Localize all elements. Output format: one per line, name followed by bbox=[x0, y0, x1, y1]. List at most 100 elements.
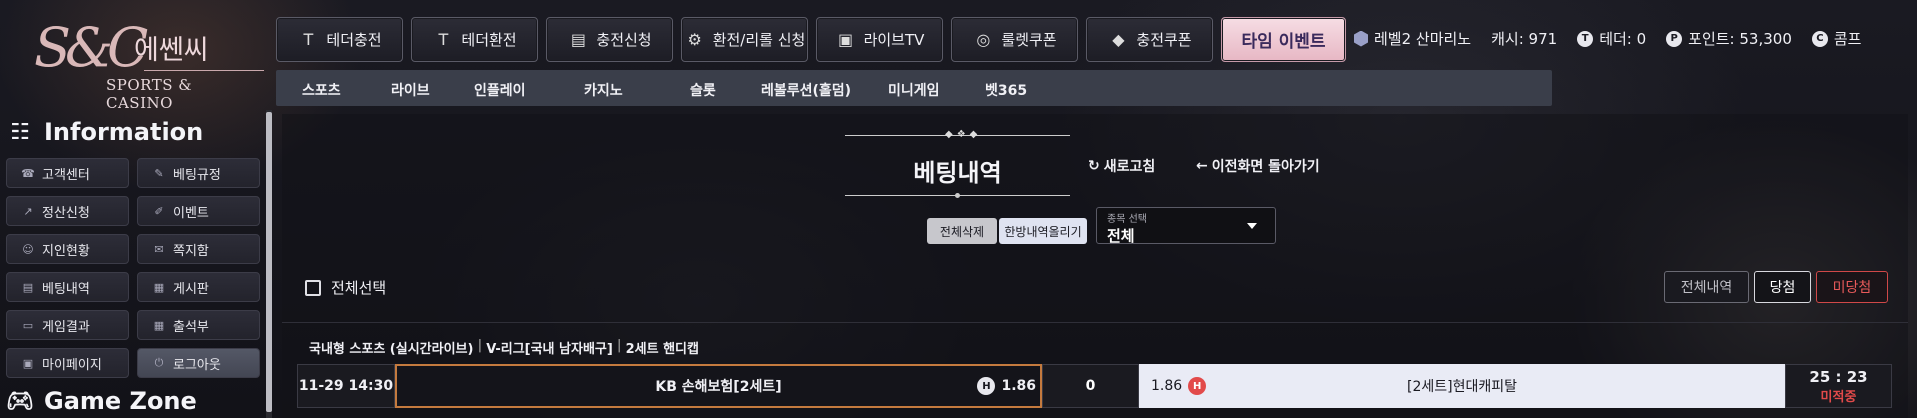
time-event-button[interactable]: 타임 이벤트 bbox=[1221, 17, 1346, 62]
bet-home-selection[interactable]: KB 손해보험[2세트] H 1.86 bbox=[395, 364, 1042, 408]
information-heading: ☷ Information bbox=[6, 118, 203, 146]
refresh-label: 새로고침 bbox=[1103, 159, 1156, 175]
handicap-badge-icon: H bbox=[1188, 377, 1207, 395]
logo-korean-name: 에쎈씨 bbox=[134, 35, 209, 66]
sidebar-item-label: 마이페이지 bbox=[42, 357, 102, 373]
board-icon: ▦ bbox=[153, 280, 165, 294]
logo-subtitle: SPORTS & CASINO bbox=[106, 76, 193, 112]
information-title: Information bbox=[44, 118, 204, 146]
sidebar-item-label: 정산신청 bbox=[42, 205, 90, 221]
sidebar-item-label: 지인현황 bbox=[42, 243, 90, 259]
sidebar-item-label: 게시판 bbox=[173, 281, 209, 297]
user-level-label: 레벨2 산마리노 bbox=[1374, 30, 1472, 48]
live-tv-icon: ▣ bbox=[838, 30, 854, 49]
handicap-value: 0 bbox=[1042, 364, 1139, 408]
topnav-label: 환전/리롤 신청 bbox=[712, 31, 806, 49]
select-all-control[interactable]: 전체선택 bbox=[305, 277, 386, 298]
rules-icon: ✎ bbox=[154, 166, 164, 180]
sidebar-item-settlement[interactable]: ↗ 정산신청 bbox=[6, 196, 129, 226]
upload-bet-button[interactable]: 한방내역올리기 bbox=[999, 218, 1087, 244]
go-back-button[interactable]: ← 이전화면 돌아가기 bbox=[1196, 156, 1320, 176]
bet-away-selection[interactable]: 1.86 H [2세트]현대캐피탈 bbox=[1139, 364, 1785, 408]
topnav-withdraw-request-button[interactable]: ⚙ 환전/리롤 신청 bbox=[681, 17, 808, 62]
sidebar-item-attendance[interactable]: ▦ 출석부 bbox=[137, 310, 260, 340]
site-logo[interactable]: S&C 에쎈씨 SPORTS & CASINO bbox=[34, 16, 264, 112]
subnav-holdem[interactable]: 레볼루션(홀덤) bbox=[761, 80, 851, 100]
arrow-left-icon: ← bbox=[1196, 158, 1208, 174]
sidebar-item-board[interactable]: ▦ 게시판 bbox=[137, 272, 260, 302]
user-level[interactable]: 레벨2 산마리노 bbox=[1354, 28, 1471, 49]
subnav-minigame[interactable]: 미니게임 bbox=[888, 80, 940, 100]
filter-lose-button[interactable]: 미당첨 bbox=[1816, 271, 1888, 303]
topnav-label: 테더환전 bbox=[461, 31, 517, 49]
market-name: 2세트 핸디캡 bbox=[625, 342, 699, 357]
power-icon: ⏻ bbox=[154, 356, 164, 369]
topnav-label: 라이브TV bbox=[863, 31, 925, 49]
event-icon: ✐ bbox=[154, 204, 164, 218]
bet-time: 11-29 14:30 bbox=[297, 364, 395, 408]
message-icon: ✉ bbox=[154, 242, 164, 256]
filter-all-button[interactable]: 전체내역 bbox=[1664, 271, 1749, 303]
logo-monogram: S&C bbox=[34, 16, 148, 79]
sport-select[interactable]: 종목 선택 전체 bbox=[1096, 207, 1276, 245]
topnav-live-tv-button[interactable]: ▣ 라이브TV bbox=[816, 17, 943, 62]
away-team: [2세트]현대캐피탈 bbox=[1407, 379, 1517, 395]
subnav-bet365[interactable]: 벳365 bbox=[985, 80, 1027, 100]
gamepad-icon: 🎮︎ bbox=[6, 388, 34, 414]
tether-icon: T bbox=[438, 30, 449, 49]
sidebar-item-label: 게임결과 bbox=[42, 319, 90, 335]
topnav-label: 테더충전 bbox=[326, 31, 382, 49]
sidebar-item-game-results[interactable]: ▭ 게임결과 bbox=[6, 310, 129, 340]
sidebar-item-customer-center[interactable]: ☎ 고객센터 bbox=[6, 158, 129, 188]
sidebar-item-bet-history[interactable]: ▤ 베팅내역 bbox=[6, 272, 129, 302]
sidebar-item-event[interactable]: ✐ 이벤트 bbox=[137, 196, 260, 226]
sidebar-item-logout[interactable]: ⏻ 로그아웃 bbox=[137, 348, 260, 378]
subnav-sports[interactable]: 스포츠 bbox=[302, 80, 341, 100]
delete-all-button[interactable]: 전체삭제 bbox=[927, 218, 997, 244]
bet-history-icon: ▤ bbox=[22, 280, 34, 294]
sport-select-label: 종목 선택 bbox=[1107, 214, 1147, 225]
refresh-icon: ↻ bbox=[1088, 158, 1100, 174]
top-nav: T 테더충전 T 테더환전 ▤ 충전신청 ⚙ 환전/리롤 신청 ▣ 라이브TV … bbox=[276, 17, 1346, 62]
sidebar-item-label: 고객센터 bbox=[42, 167, 90, 183]
exchange-icon: ⚙ bbox=[687, 30, 702, 49]
topnav-deposit-request-button[interactable]: ▤ 충전신청 bbox=[546, 17, 673, 62]
sidebar-item-mypage[interactable]: ▣ 마이페이지 bbox=[6, 348, 129, 378]
subnav-casino[interactable]: 카지노 bbox=[584, 80, 623, 100]
section-divider bbox=[282, 322, 1908, 323]
topnav-label: 충전신청 bbox=[596, 31, 652, 49]
sidebar-item-referrals[interactable]: ☺ 지인현황 bbox=[6, 234, 129, 264]
roulette-icon: ◎ bbox=[976, 30, 991, 49]
handicap-badge-icon: H bbox=[977, 377, 996, 395]
topnav-roulette-coupon-button[interactable]: ◎ 룰렛쿠폰 bbox=[951, 17, 1078, 62]
tether-icon: T bbox=[303, 30, 314, 49]
topnav-deposit-coupon-button[interactable]: ◆ 충전쿠폰 bbox=[1086, 17, 1213, 62]
sidebar-scrollbar-thumb[interactable] bbox=[266, 112, 272, 412]
refresh-button[interactable]: ↻ 새로고침 bbox=[1088, 156, 1155, 176]
user-comp[interactable]: C 콤프 bbox=[1811, 28, 1861, 49]
title-underline bbox=[845, 193, 1070, 198]
coins-icon: ▤ bbox=[570, 30, 586, 49]
sidebar-item-betting-rules[interactable]: ✎ 베팅규정 bbox=[137, 158, 260, 188]
user-tether-label: 테더: 0 bbox=[1599, 30, 1647, 48]
comp-icon: C bbox=[1811, 30, 1828, 47]
game-zone-title: Game Zone bbox=[44, 387, 197, 415]
sidebar-item-messages[interactable]: ✉ 쪽지함 bbox=[137, 234, 260, 264]
page-title: 베팅내역 bbox=[913, 159, 1002, 187]
league-breadcrumb: 국내형 스포츠 (실시간라이브) | V-리그[국내 남자배구] | 2세트 핸… bbox=[309, 338, 699, 357]
filter-win-button[interactable]: 당첨 bbox=[1754, 271, 1811, 303]
select-all-checkbox[interactable] bbox=[305, 279, 321, 296]
subnav-live[interactable]: 라이브 bbox=[391, 80, 430, 100]
user-icon: ▣ bbox=[22, 356, 34, 370]
sidebar-item-label: 쪽지함 bbox=[173, 243, 209, 259]
subnav-inplay[interactable]: 인플레이 bbox=[474, 80, 526, 100]
bet-score: 25 : 23 bbox=[1809, 367, 1868, 386]
go-back-label: 이전화면 돌아가기 bbox=[1211, 159, 1320, 175]
topnav-tether-withdraw-button[interactable]: T 테더환전 bbox=[411, 17, 538, 62]
topnav-tether-deposit-button[interactable]: T 테더충전 bbox=[276, 17, 403, 62]
home-odds: 1.86 bbox=[1001, 378, 1036, 394]
user-points: P 포인트: 53,300 bbox=[1666, 28, 1792, 49]
user-cash-label: 캐시: 971 bbox=[1491, 30, 1558, 48]
subnav-slot[interactable]: 슬롯 bbox=[690, 80, 716, 100]
tether-icon: T bbox=[1577, 30, 1594, 47]
